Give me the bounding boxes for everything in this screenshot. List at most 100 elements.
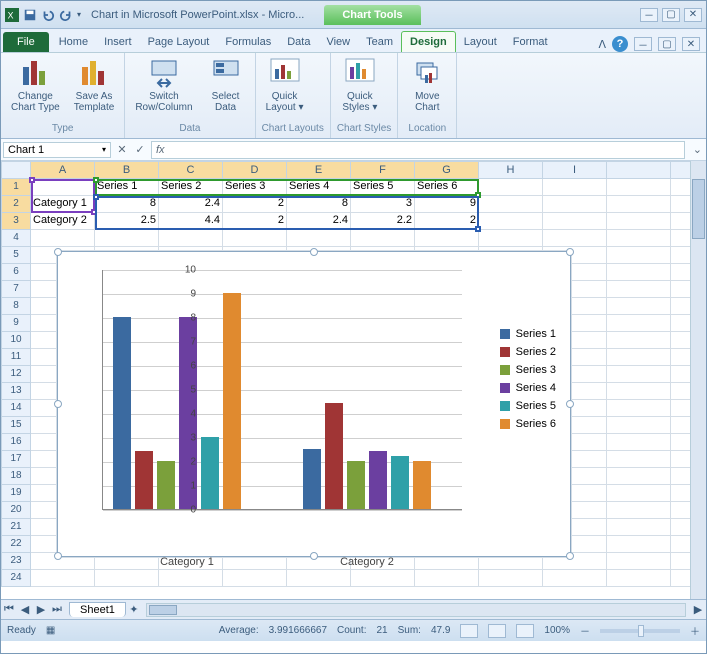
ribbon-minimize-icon[interactable]: ᐱ	[598, 38, 606, 51]
cell[interactable]	[479, 570, 543, 587]
column-header[interactable]: D	[223, 161, 287, 179]
sheet-nav-first-icon[interactable]: ⏮	[1, 602, 17, 618]
zoom-slider[interactable]	[600, 629, 680, 633]
name-box-dropdown-icon[interactable]: ▾	[102, 145, 106, 154]
cell[interactable]: 2.5	[95, 213, 159, 230]
row-header[interactable]: 18	[1, 468, 31, 485]
cell[interactable]	[479, 179, 543, 196]
cell[interactable]: 2.4	[287, 213, 351, 230]
cancel-formula-icon[interactable]: ✕	[113, 143, 131, 156]
vertical-scrollbar[interactable]	[690, 161, 706, 599]
cell[interactable]	[543, 196, 607, 213]
row-header[interactable]: 24	[1, 570, 31, 587]
cell[interactable]	[479, 196, 543, 213]
cell[interactable]	[415, 570, 479, 587]
tab-file[interactable]: File	[3, 32, 49, 52]
tab-insert[interactable]: Insert	[96, 32, 140, 52]
workbook-restore-button[interactable]: ▢	[658, 37, 676, 51]
worksheet-grid[interactable]: ABCDEFGHI1Series 1Series 2Series 3Series…	[1, 161, 706, 599]
quick-layout-button[interactable]: Quick Layout ▾	[262, 55, 308, 115]
cell[interactable]	[607, 536, 671, 553]
column-header[interactable]: E	[287, 161, 351, 179]
cell[interactable]	[543, 230, 607, 247]
cell[interactable]: 4.4	[159, 213, 223, 230]
help-icon[interactable]: ?	[612, 36, 628, 52]
cell[interactable]: 2	[223, 196, 287, 213]
cell[interactable]	[607, 332, 671, 349]
row-header[interactable]: 6	[1, 264, 31, 281]
chart-bar[interactable]	[325, 403, 343, 509]
zoom-out-icon[interactable]: －	[580, 623, 590, 638]
cell[interactable]	[543, 213, 607, 230]
view-normal-button[interactable]	[460, 624, 478, 638]
fx-icon[interactable]: fx	[156, 144, 165, 156]
formula-expand-icon[interactable]: ⌄	[689, 143, 706, 156]
row-header[interactable]: 3	[1, 213, 31, 230]
tab-formulas[interactable]: Formulas	[217, 32, 279, 52]
cell[interactable]	[607, 196, 671, 213]
select-all-corner[interactable]	[1, 161, 31, 179]
cell[interactable]: 2	[223, 213, 287, 230]
cell[interactable]: Series 4	[287, 179, 351, 196]
cell[interactable]	[351, 570, 415, 587]
tab-data[interactable]: Data	[279, 32, 318, 52]
tab-view[interactable]: View	[318, 32, 358, 52]
cell[interactable]: 9	[415, 196, 479, 213]
redo-icon[interactable]	[59, 8, 73, 22]
chart-bar[interactable]	[391, 456, 409, 509]
zoom-in-icon[interactable]: ＋	[690, 623, 700, 638]
tab-design[interactable]: Design	[401, 31, 456, 52]
row-header[interactable]: 21	[1, 519, 31, 536]
legend-item[interactable]: Series 2	[500, 346, 556, 358]
row-header[interactable]: 13	[1, 383, 31, 400]
legend-item[interactable]: Series 5	[500, 400, 556, 412]
cell[interactable]	[607, 468, 671, 485]
cell[interactable]	[607, 366, 671, 383]
switch-row-column-button[interactable]: Switch Row/Column	[131, 55, 196, 115]
cell[interactable]	[607, 349, 671, 366]
cell[interactable]	[607, 264, 671, 281]
chart-legend[interactable]: Series 1Series 2Series 3Series 4Series 5…	[500, 322, 556, 436]
move-chart-button[interactable]: Move Chart	[404, 55, 450, 115]
cell[interactable]	[543, 570, 607, 587]
chart-bar[interactable]	[303, 449, 321, 509]
cell[interactable]	[95, 570, 159, 587]
cell[interactable]: Series 2	[159, 179, 223, 196]
chart-bar[interactable]	[135, 451, 153, 509]
row-header[interactable]: 4	[1, 230, 31, 247]
row-header[interactable]: 19	[1, 485, 31, 502]
cell[interactable]: Series 3	[223, 179, 287, 196]
save-as-template-button[interactable]: Save As Template	[70, 55, 119, 115]
cell[interactable]	[607, 281, 671, 298]
row-header[interactable]: 9	[1, 315, 31, 332]
row-header[interactable]: 12	[1, 366, 31, 383]
horizontal-scrollbar[interactable]	[146, 603, 686, 617]
formula-bar[interactable]: fx	[151, 141, 685, 159]
chart-bar[interactable]	[201, 437, 219, 509]
tab-format[interactable]: Format	[505, 32, 556, 52]
cell[interactable]	[607, 230, 671, 247]
cell[interactable]	[607, 417, 671, 434]
new-sheet-icon[interactable]: ✦	[126, 602, 142, 618]
cell[interactable]	[415, 230, 479, 247]
cell[interactable]: Category 2	[31, 213, 95, 230]
window-close-button[interactable]: ✕	[684, 8, 702, 22]
cell[interactable]	[607, 485, 671, 502]
workbook-close-button[interactable]: ✕	[682, 37, 700, 51]
change-chart-type-button[interactable]: Change Chart Type	[7, 55, 64, 115]
tab-home[interactable]: Home	[51, 32, 96, 52]
chart-bar[interactable]	[413, 461, 431, 509]
macro-record-icon[interactable]: ▦	[46, 625, 55, 636]
view-page-break-button[interactable]	[516, 624, 534, 638]
cell[interactable]	[159, 570, 223, 587]
chart-bar[interactable]	[223, 293, 241, 509]
cell[interactable]	[607, 553, 671, 570]
row-header[interactable]: 2	[1, 196, 31, 213]
cell[interactable]	[223, 230, 287, 247]
sheet-tab-sheet1[interactable]: Sheet1	[69, 602, 126, 617]
sheet-nav-next-icon[interactable]: ▶	[33, 602, 49, 618]
chart-bar[interactable]	[157, 461, 175, 509]
column-header[interactable]: A	[31, 161, 95, 179]
scroll-right-icon[interactable]: ▶	[690, 602, 706, 618]
tab-page-layout[interactable]: Page Layout	[140, 32, 218, 52]
